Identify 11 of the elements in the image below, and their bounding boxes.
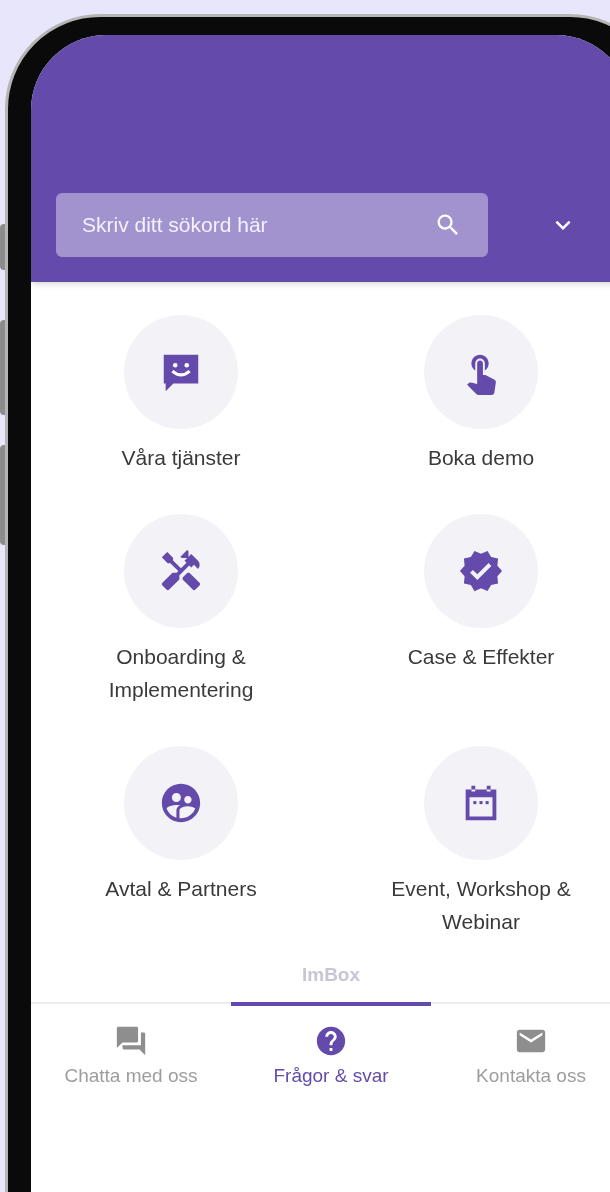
category-label[interactable]: Våra tjänster <box>66 441 296 474</box>
brand-logo: ImBox <box>301 963 361 987</box>
category-label[interactable]: Avtal & Partners <box>66 872 296 905</box>
search-bar[interactable]: Skriv ditt sökord här <box>56 193 488 257</box>
nav-tab[interactable]: Frågor & svar <box>231 1001 431 1100</box>
category-label[interactable]: Event, Workshop & Webinar <box>366 872 596 938</box>
category-label[interactable]: Onboarding & Implementering <box>66 640 296 706</box>
search-field[interactable]: Skriv ditt sökord här <box>82 209 434 241</box>
category-label[interactable]: Boka demo <box>366 441 596 474</box>
verified-badge-icon <box>458 548 504 594</box>
category-label[interactable]: Case & Effekter <box>366 640 596 673</box>
